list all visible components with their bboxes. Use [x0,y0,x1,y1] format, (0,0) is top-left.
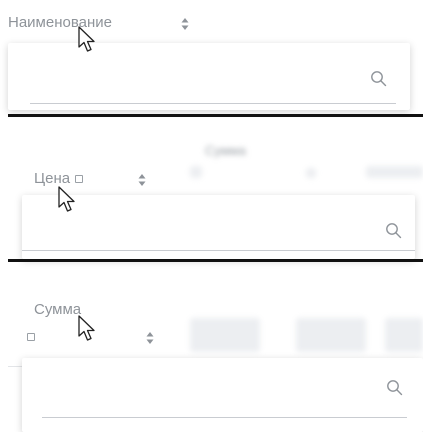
search-icon[interactable] [385,222,402,239]
search-icon[interactable] [386,379,403,396]
search-input-price[interactable] [32,215,372,237]
column-checkbox[interactable] [75,174,84,183]
blurred-block [306,168,316,178]
mouse-pointer-icon [77,315,99,343]
sort-icon[interactable] [138,173,146,187]
search-popup-name [8,43,410,110]
search-underline [30,103,396,104]
divider-rule [8,259,423,262]
blurred-block [190,166,202,178]
blurred-block [366,166,423,178]
search-input-sum[interactable] [42,378,372,400]
blurred-block [385,318,423,352]
column-header-sum[interactable]: Сумма [34,301,81,318]
search-popup-sum [22,358,423,432]
search-underline [42,417,407,418]
blurred-block [190,318,260,352]
mouse-pointer-icon [77,26,99,54]
search-input-name[interactable] [30,65,370,87]
blurred-text: Сумма [205,143,246,158]
divider-rule [8,114,423,117]
search-icon[interactable] [370,70,387,87]
search-underline [22,250,415,251]
search-popup-price [22,195,415,259]
mouse-pointer-icon [57,186,79,214]
column-checkbox[interactable] [27,333,35,341]
column-header-price-label: Цена [34,170,71,187]
sort-icon[interactable] [181,17,189,31]
blurred-block [296,318,366,352]
column-header-price[interactable]: Цена [34,170,84,187]
column-header-sum-label: Сумма [34,301,82,318]
sort-icon[interactable] [146,331,154,345]
